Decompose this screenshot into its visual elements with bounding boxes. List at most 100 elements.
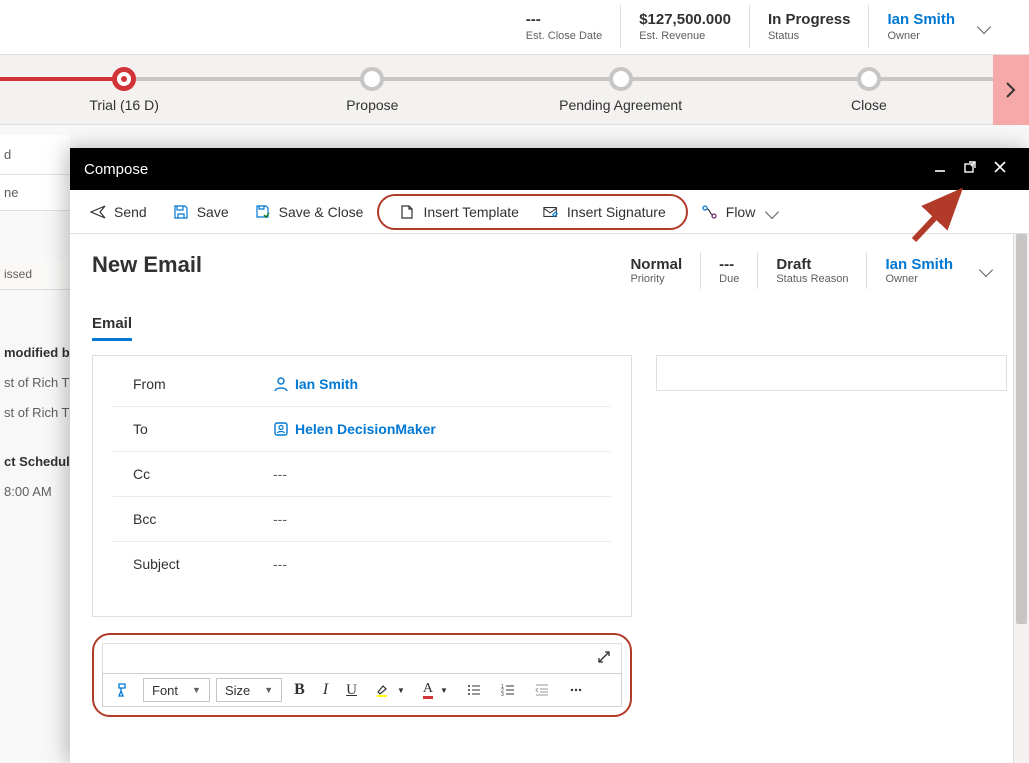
field-value: ---: [273, 556, 287, 572]
select-label: Size: [225, 683, 250, 698]
from-lookup-value[interactable]: Ian Smith: [273, 376, 358, 392]
cmd-label: Send: [114, 204, 147, 220]
field-value: ---: [273, 466, 287, 482]
stage-label: Trial (16 D): [0, 97, 248, 113]
info-cell-status: In Progress Status: [749, 5, 869, 48]
caret-down-icon: ▼: [192, 685, 201, 695]
summary-label: Status Reason: [776, 273, 848, 285]
to-lookup-value[interactable]: Helen DecisionMaker: [273, 421, 436, 437]
field-cc[interactable]: Cc ---: [113, 452, 611, 497]
process-next-button[interactable]: [993, 55, 1029, 125]
underline-button[interactable]: U: [340, 678, 363, 703]
right-side-card: [656, 355, 1007, 391]
more-commands-button[interactable]: [562, 678, 590, 702]
editor-top-bar: [102, 643, 622, 673]
summary-label: Priority: [630, 273, 682, 285]
close-button[interactable]: [985, 160, 1015, 179]
info-label: Status: [768, 30, 851, 42]
numbered-list-button[interactable]: 123: [494, 678, 522, 702]
summary-expand-chevron[interactable]: [971, 252, 997, 278]
decrease-indent-button[interactable]: [528, 678, 556, 702]
send-button[interactable]: Send: [78, 198, 159, 226]
bg-text-line: st of Rich T: [0, 398, 70, 428]
summary-priority: Normal Priority: [612, 252, 700, 289]
annotation-oval-commands: Insert Template Insert Signature: [377, 194, 687, 230]
caret-down-icon: ▼: [264, 685, 273, 695]
vertical-scrollbar[interactable]: [1013, 234, 1029, 763]
font-color-button[interactable]: A▼: [417, 678, 454, 703]
summary-value: Draft: [776, 256, 848, 273]
lookup-text: Helen DecisionMaker: [295, 421, 436, 437]
summary-value: Normal: [630, 256, 682, 273]
person-icon: [273, 376, 289, 392]
field-bcc[interactable]: Bcc ---: [113, 497, 611, 542]
summary-status-reason: Draft Status Reason: [757, 252, 866, 289]
summary-due: --- Due: [700, 252, 757, 289]
form-tabs: Email: [92, 315, 1007, 341]
info-cell-revenue: $127,500.000 Est. Revenue: [620, 5, 749, 48]
info-value: Ian Smith: [887, 11, 955, 28]
info-label: Est. Revenue: [639, 30, 731, 42]
stage-circle-icon: [857, 67, 881, 91]
summary-owner[interactable]: Ian Smith Owner: [866, 252, 971, 289]
info-value: $127,500.000: [639, 11, 731, 28]
summary-label: Owner: [885, 273, 953, 285]
info-cell-owner[interactable]: Ian Smith Owner: [868, 5, 973, 48]
save-close-icon: [255, 204, 271, 220]
header-info-strip: --- Est. Close Date $127,500.000 Est. Re…: [508, 5, 999, 48]
stage-label: Pending Agreement: [497, 97, 745, 113]
field-from[interactable]: From Ian Smith: [113, 362, 611, 407]
field-label: To: [133, 421, 273, 437]
field-subject[interactable]: Subject ---: [113, 542, 611, 586]
bg-dismissed-fragment: issed: [0, 259, 70, 290]
stage-pending-agreement[interactable]: Pending Agreement: [497, 55, 745, 125]
stage-label: Close: [745, 97, 993, 113]
stage-propose[interactable]: Propose: [248, 55, 496, 125]
italic-button[interactable]: I: [317, 677, 334, 703]
summary-value: Ian Smith: [885, 256, 953, 273]
save-close-button[interactable]: Save & Close: [243, 198, 376, 226]
form-scroll-area: New Email Normal Priority --- Due Draft …: [70, 234, 1029, 763]
caret-down-icon: ▼: [440, 686, 448, 695]
highlight-color-button[interactable]: ▼: [369, 678, 411, 702]
cmd-label: Save: [197, 204, 229, 220]
format-painter-button[interactable]: [109, 678, 137, 702]
field-to[interactable]: To Helen DecisionMaker: [113, 407, 611, 452]
header-bar: --- Est. Close Date $127,500.000 Est. Re…: [0, 0, 1029, 55]
lookup-text: Ian Smith: [295, 376, 358, 392]
send-icon: [90, 204, 106, 220]
font-size-select[interactable]: Size ▼: [216, 678, 282, 702]
header-expand-chevron[interactable]: [973, 5, 999, 35]
minimize-button[interactable]: [925, 160, 955, 179]
save-icon: [173, 204, 189, 220]
contact-icon: [273, 421, 289, 437]
insert-template-button[interactable]: Insert Template: [387, 198, 530, 226]
expand-editor-icon[interactable]: [597, 650, 611, 667]
stage-trial[interactable]: Trial (16 D): [0, 55, 248, 125]
save-button[interactable]: Save: [161, 198, 241, 226]
stage-label: Propose: [248, 97, 496, 113]
editor-toolbar: Font ▼ Size ▼ B I U ▼: [102, 673, 622, 707]
bg-schedule-title: ct Schedule: [0, 447, 70, 477]
stage-close[interactable]: Close: [745, 55, 993, 125]
bold-button[interactable]: B: [288, 677, 311, 703]
insert-signature-button[interactable]: Insert Signature: [531, 198, 678, 226]
compose-title: Compose: [84, 161, 925, 178]
bg-schedule-time: 8:00 AM: [0, 477, 70, 507]
background-left-column: d ne issed modified by st of Rich T st o…: [0, 135, 70, 507]
bg-section-fragment: ne: [0, 175, 70, 211]
field-label: Subject: [133, 556, 273, 572]
stage-circle-icon: [360, 67, 384, 91]
scrollbar-thumb[interactable]: [1016, 234, 1027, 624]
info-label: Owner: [887, 30, 955, 42]
popout-button[interactable]: [955, 159, 985, 180]
flow-icon: [702, 204, 718, 220]
info-cell-close-date: --- Est. Close Date: [508, 5, 620, 48]
flow-button[interactable]: Flow: [690, 198, 790, 226]
info-label: Est. Close Date: [526, 30, 602, 42]
font-family-select[interactable]: Font ▼: [143, 678, 210, 702]
field-label: Cc: [133, 466, 273, 482]
bg-text-line: st of Rich T: [0, 368, 70, 398]
tab-email[interactable]: Email: [92, 315, 132, 341]
bullet-list-button[interactable]: [460, 678, 488, 702]
